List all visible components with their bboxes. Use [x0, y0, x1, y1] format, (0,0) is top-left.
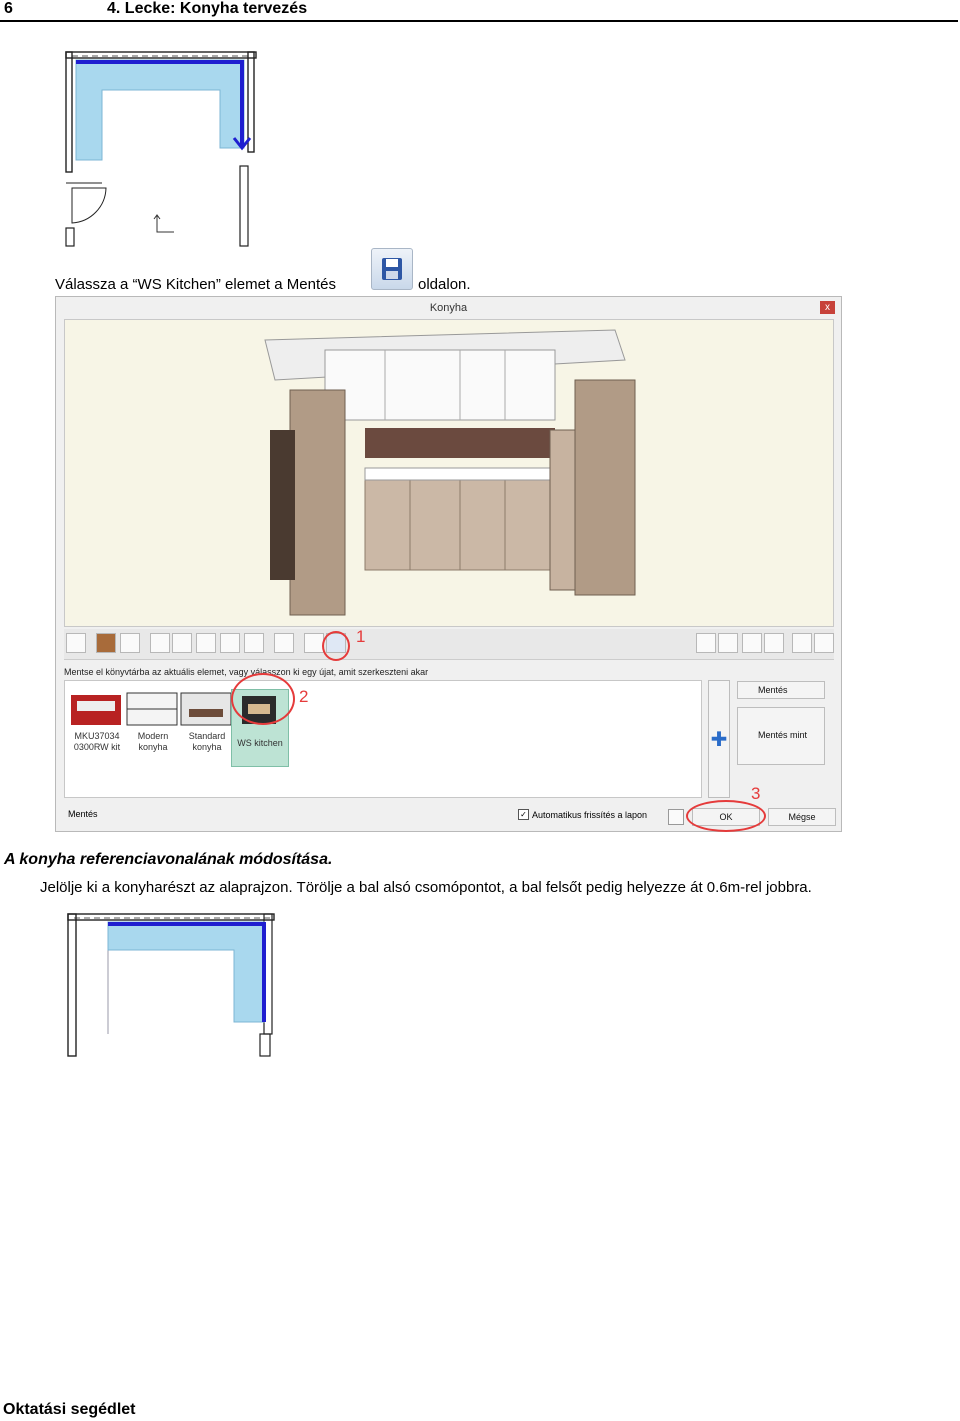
3d-box-icon[interactable]	[696, 633, 716, 653]
annotation-ring-3	[686, 800, 766, 832]
dialog-title: Konyha	[429, 302, 468, 314]
status-bar: Mentés ✓ Automatikus frissítés a lapon O…	[56, 797, 841, 833]
section-body: Jelölje ki a konyharészt az alaprajzon. …	[40, 879, 812, 896]
save-as-button[interactable]: Mentés mint	[737, 707, 825, 765]
save-button[interactable]: Mentés	[737, 681, 825, 699]
library-item-label: 0300RW kit	[73, 742, 121, 752]
library-item[interactable]: MKU37034 0300RW kit	[69, 689, 123, 755]
light-icon[interactable]	[196, 633, 216, 653]
worktop-icon[interactable]	[150, 633, 170, 653]
save-button-label: Mentés	[758, 685, 788, 695]
library-item-label: MKU37034	[74, 731, 120, 741]
redo-icon[interactable]	[764, 633, 784, 653]
cancel-button-label: Mégse	[788, 812, 816, 822]
kitchen-3d-viewport[interactable]	[64, 319, 834, 627]
annotation-ring-1	[322, 631, 350, 661]
kitchen-library: MKU37034 0300RW kit Modern konyha Standard…	[64, 673, 702, 798]
kitchen-dialog: Konyha x 1 Mentse el könyvtárba az aktuá…	[55, 296, 842, 832]
floor-plan-after	[67, 913, 275, 1057]
handle-icon[interactable]	[244, 633, 264, 653]
library-item[interactable]: Standard konyha	[179, 689, 233, 755]
library-item-label: Modern	[137, 731, 169, 741]
edit-icon[interactable]	[304, 633, 324, 653]
section-title: A konyha referenciavonalának módosítása.	[4, 851, 333, 868]
close-button[interactable]: x	[820, 301, 835, 314]
toolbar	[64, 629, 834, 660]
intro-text-before: Válassza a “WS Kitchen” elemet a Mentés	[55, 276, 336, 293]
save-icon	[371, 248, 413, 290]
plan-view-icon[interactable]	[66, 633, 86, 653]
add-button[interactable]: ✚	[708, 680, 730, 798]
floor-plan-before	[65, 51, 257, 247]
refresh-icon[interactable]	[668, 809, 684, 825]
library-item-label: WS kitchen	[237, 738, 283, 748]
checkbox-icon: ✓	[518, 809, 529, 820]
annotation-2: 2	[299, 687, 309, 706]
zoom-out-icon[interactable]	[814, 633, 834, 653]
cornice-icon[interactable]	[220, 633, 240, 653]
status-label: Mentés	[68, 809, 98, 819]
annotation-3: 3	[751, 784, 761, 803]
library-item[interactable]: Modern konyha	[125, 689, 179, 755]
cabinet-icon[interactable]	[96, 633, 116, 653]
intro-text-after: oldalon.	[418, 276, 471, 293]
library-item-label: konyha	[192, 742, 222, 752]
footer-text: Oktatási segédlet	[3, 1401, 136, 1418]
annotation-ring-2	[231, 673, 295, 725]
sink-icon[interactable]	[274, 633, 294, 653]
library-item-label: konyha	[138, 742, 168, 752]
undo-icon[interactable]	[742, 633, 762, 653]
kitchen-3d-render	[264, 329, 636, 616]
library-item-label: Standard	[188, 731, 226, 741]
annotation-1: 1	[356, 627, 366, 646]
header-rule	[0, 20, 958, 22]
page-header-title: 4. Lecke: Konyha tervezés	[107, 0, 308, 17]
cancel-button[interactable]: Mégse	[768, 808, 836, 826]
save-as-button-label: Mentés mint	[758, 730, 808, 740]
page-number: 6	[4, 0, 13, 17]
auto-refresh-checkbox[interactable]: ✓ Automatikus frissítés a lapon	[518, 809, 647, 820]
zoom-in-icon[interactable]	[792, 633, 812, 653]
material-icon[interactable]	[120, 633, 140, 653]
wireframe-icon[interactable]	[718, 633, 738, 653]
auto-refresh-label: Automatikus frissítés a lapon	[532, 809, 648, 820]
plinth-icon[interactable]	[172, 633, 192, 653]
